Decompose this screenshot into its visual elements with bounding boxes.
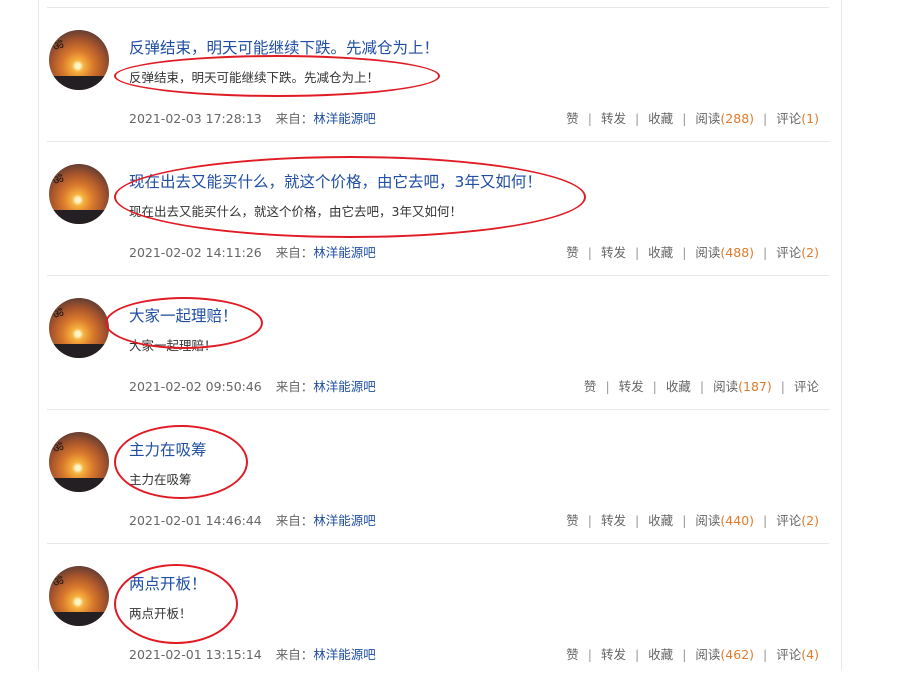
favorite-button[interactable]: 收藏 [648,245,673,260]
comment-button[interactable]: 评论 [794,379,819,394]
avatar[interactable]: ॐ [49,30,109,90]
source-link[interactable]: 林洋能源吧 [313,379,376,394]
read-label: 阅读 [695,111,721,126]
bird-icon: ॐ [53,575,64,589]
read-label: 阅读 [713,379,739,394]
post-item: ॐ 两点开板！ 两点开板！ 2021-02-01 13:15:14 来自：林洋能源… [47,544,829,678]
post-actions: 赞 | 转发 | 收藏 | 阅读(440) | 评论(2) [566,513,819,528]
post-title[interactable]: 反弹结束，明天可能继续下跌。先减仓为上！ [129,36,439,58]
source-label: 来自： [275,647,314,662]
comment-button[interactable]: 评论 [776,647,801,662]
comment-count: (2) [801,513,819,528]
post-date: 2021-02-03 17:28:13 [129,111,262,126]
like-button[interactable]: 赞 [566,245,579,260]
favorite-button[interactable]: 收藏 [648,513,673,528]
post-meta: 2021-02-01 13:15:14 来自：林洋能源吧 [129,644,376,663]
source-link[interactable]: 林洋能源吧 [313,111,376,126]
comment-count: (4) [801,647,819,662]
post-date: 2021-02-01 14:46:44 [129,513,262,528]
source-label: 来自： [275,513,314,528]
like-button[interactable]: 赞 [566,513,579,528]
source-label: 来自： [275,379,314,394]
forward-button[interactable]: 转发 [601,245,626,260]
bird-icon: ॐ [53,39,64,53]
forward-button[interactable]: 转发 [601,647,626,662]
post-excerpt: 主力在吸筹 [129,472,192,487]
read-count: (440) [720,513,755,528]
post-excerpt: 现在出去又能买什么，就这个价格，由它去吧，3年又如何！ [129,204,462,219]
read-count: (462) [720,647,755,662]
like-button[interactable]: 赞 [584,379,597,394]
read-count: (288) [720,111,755,126]
comment-button[interactable]: 评论 [776,245,801,260]
post-actions: 赞 | 转发 | 收藏 | 阅读(462) | 评论(4) [566,647,819,662]
read-count: (488) [720,245,755,260]
read-label: 阅读 [695,245,721,260]
post-title[interactable]: 两点开板！ [129,572,207,594]
like-button[interactable]: 赞 [566,647,579,662]
avatar[interactable]: ॐ [49,298,109,358]
read-label: 阅读 [695,513,721,528]
avatar[interactable]: ॐ [49,432,109,492]
post-title[interactable]: 主力在吸筹 [129,438,207,460]
favorite-button[interactable]: 收藏 [648,111,673,126]
post-item: ॐ 大家一起理赔！ 大家一起理赔！ 2021-02-02 09:50:46 来自：… [47,276,829,410]
post-actions: 赞 | 转发 | 收藏 | 阅读(288) | 评论(1) [566,111,819,126]
forward-button[interactable]: 转发 [601,111,626,126]
favorite-button[interactable]: 收藏 [666,379,691,394]
post-date: 2021-02-01 13:15:14 [129,647,262,662]
forward-button[interactable]: 转发 [619,379,644,394]
post-meta: 2021-02-02 14:11:26 来自：林洋能源吧 [129,242,376,261]
bird-icon: ॐ [53,441,64,455]
read-label: 阅读 [695,647,721,662]
post-excerpt: 大家一起理赔！ [129,338,217,353]
source-link[interactable]: 林洋能源吧 [313,513,376,528]
post-meta: 2021-02-03 17:28:13 来自：林洋能源吧 [129,108,376,127]
post-excerpt: 两点开板！ [129,606,192,621]
bird-icon: ॐ [53,173,64,187]
post-excerpt: 反弹结束，明天可能继续下跌。先减仓为上！ [129,70,380,85]
post-item: ॐ 反弹结束，明天可能继续下跌。先减仓为上！ 反弹结束，明天可能继续下跌。先减仓… [47,8,829,142]
post-date: 2021-02-02 14:11:26 [129,245,262,260]
avatar[interactable]: ॐ [49,566,109,626]
post-title[interactable]: 现在出去又能买什么，就这个价格，由它去吧，3年又如何！ [129,170,542,192]
post-item: ॐ 主力在吸筹 主力在吸筹 2021-02-01 14:46:44 来自：林洋能源… [47,410,829,544]
source-label: 来自： [275,245,314,260]
post-item: ॐ 现在出去又能买什么，就这个价格，由它去吧，3年又如何！ 现在出去又能买什么，… [47,142,829,276]
comment-count: (2) [801,245,819,260]
source-label: 来自： [275,111,314,126]
avatar[interactable]: ॐ [49,164,109,224]
comment-button[interactable]: 评论 [776,513,801,528]
bird-icon: ॐ [53,307,64,321]
post-meta: 2021-02-02 09:50:46 来自：林洋能源吧 [129,376,376,395]
post-date: 2021-02-02 09:50:46 [129,379,262,394]
comment-count: (1) [801,111,819,126]
favorite-button[interactable]: 收藏 [648,647,673,662]
post-title[interactable]: 大家一起理赔！ [129,304,238,326]
comment-button[interactable]: 评论 [776,111,801,126]
post-actions: 赞 | 转发 | 收藏 | 阅读(488) | 评论(2) [566,245,819,260]
source-link[interactable]: 林洋能源吧 [313,245,376,260]
source-link[interactable]: 林洋能源吧 [313,647,376,662]
like-button[interactable]: 赞 [566,111,579,126]
post-actions: 赞 | 转发 | 收藏 | 阅读(187) | 评论 [583,379,819,394]
post-meta: 2021-02-01 14:46:44 来自：林洋能源吧 [129,510,376,529]
forward-button[interactable]: 转发 [601,513,626,528]
read-count: (187) [738,379,772,394]
